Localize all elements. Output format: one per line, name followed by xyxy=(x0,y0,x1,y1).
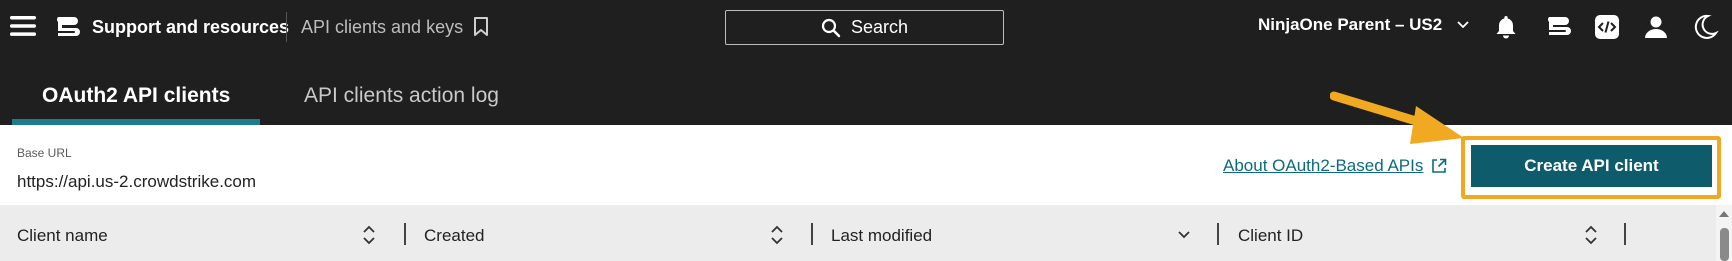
falcon-apps-icon[interactable] xyxy=(1543,12,1573,42)
tabs-bar: OAuth2 API clients API clients action lo… xyxy=(0,56,1732,125)
external-link-icon xyxy=(1432,158,1447,173)
notifications-bell-icon[interactable] xyxy=(1491,12,1521,42)
bookmark-icon[interactable] xyxy=(473,17,489,37)
create-api-client-button[interactable]: Create API client xyxy=(1471,145,1712,187)
app-title[interactable]: Support and resources xyxy=(92,17,289,38)
column-divider[interactable] xyxy=(1217,223,1219,245)
sort-descending-chevron-icon[interactable] xyxy=(1177,228,1191,242)
tenant-name: NinjaOne Parent – US2 xyxy=(1258,15,1443,34)
column-divider[interactable] xyxy=(811,223,813,245)
about-oauth2-link-text: About OAuth2-Based APIs xyxy=(1223,156,1424,175)
annotation-arrow-icon xyxy=(1330,91,1464,144)
tab-oauth2-api-clients[interactable]: OAuth2 API clients xyxy=(42,84,230,108)
developer-code-icon[interactable] xyxy=(1592,12,1622,42)
chevron-down-icon xyxy=(1457,21,1469,29)
base-url-value: https://api.us-2.crowdstrike.com xyxy=(17,172,257,191)
column-header-created[interactable]: Created xyxy=(424,226,484,246)
scroll-up-arrow-icon[interactable] xyxy=(1719,211,1729,217)
search-icon xyxy=(821,18,841,37)
search-label: Search xyxy=(850,17,909,37)
falcon-logo-icon[interactable] xyxy=(54,14,80,40)
breadcrumb-divider xyxy=(286,12,287,42)
column-header-client-id[interactable]: Client ID xyxy=(1238,226,1303,246)
column-divider[interactable] xyxy=(1624,223,1626,245)
tab-api-clients-action-log[interactable]: API clients action log xyxy=(304,84,499,108)
sort-icon[interactable] xyxy=(362,224,376,246)
column-divider[interactable] xyxy=(404,223,406,245)
active-tab-indicator xyxy=(12,119,260,125)
column-header-client-name[interactable]: Client name xyxy=(17,226,108,246)
column-header-last-modified[interactable]: Last modified xyxy=(831,226,932,246)
breadcrumb: API clients and keys xyxy=(301,17,464,37)
tenant-selector[interactable]: NinjaOne Parent – US2 xyxy=(1258,15,1470,35)
sort-icon[interactable] xyxy=(770,224,784,246)
base-url-label: Base URL xyxy=(17,146,72,160)
search-button[interactable]: Search xyxy=(725,10,1004,45)
scrollbar-thumb[interactable] xyxy=(1720,228,1729,261)
user-profile-icon[interactable] xyxy=(1641,12,1671,42)
hamburger-menu-icon[interactable] xyxy=(10,14,36,38)
about-oauth2-link[interactable]: About OAuth2-Based APIs xyxy=(1223,156,1447,176)
top-navigation-bar: Support and resources API clients and ke… xyxy=(0,0,1732,56)
dark-mode-moon-icon[interactable] xyxy=(1690,12,1720,42)
sort-icon[interactable] xyxy=(1584,224,1598,246)
